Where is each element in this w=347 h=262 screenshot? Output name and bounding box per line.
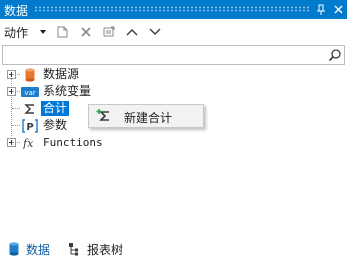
tree-item-label: Functions: [43, 136, 103, 149]
toolbar: 动作: [0, 19, 347, 44]
function-icon: fx: [21, 134, 39, 151]
edit-icon[interactable]: [100, 23, 118, 40]
tab-report-tree[interactable]: 报表树: [67, 236, 123, 262]
database-icon: [6, 241, 22, 257]
title-grip: [34, 6, 309, 12]
chevron-down-icon[interactable]: [40, 30, 46, 34]
report-tree-icon: [67, 241, 83, 257]
tree-item-system-variables[interactable]: var 系统变量: [0, 83, 347, 100]
delete-icon[interactable]: [77, 23, 95, 40]
database-icon: [21, 66, 39, 83]
tree-item-label: 合计: [41, 101, 70, 116]
sigma-icon: [21, 100, 39, 117]
close-icon[interactable]: [330, 0, 346, 19]
bottom-tabs: 数据 报表树: [0, 236, 347, 262]
tree-item-label: 系统变量: [43, 84, 92, 98]
search-icon[interactable]: [327, 47, 343, 63]
tab-label: 报表树: [87, 242, 124, 257]
context-menu-item-new-total[interactable]: 新建合计: [90, 106, 202, 126]
actions-menu-label[interactable]: 动作: [4, 24, 28, 41]
tab-data[interactable]: 数据: [6, 236, 50, 262]
panel-title: 数据: [4, 4, 29, 18]
tab-label: 数据: [26, 242, 51, 257]
tree-item-label: 数据源: [43, 67, 80, 81]
new-item-icon[interactable]: [53, 23, 71, 40]
search-input[interactable]: [5, 47, 315, 63]
tree-item-data-sources[interactable]: 数据源: [0, 66, 347, 83]
svg-text:P: P: [26, 122, 33, 133]
context-menu: 新建合计: [88, 104, 204, 128]
data-tree: 数据源 var 系统变量 合计 P 参数 fx Functions: [0, 66, 347, 236]
svg-text:var: var: [24, 89, 35, 97]
panel-title-bar[interactable]: 数据: [0, 0, 347, 19]
parameter-icon: P: [21, 117, 39, 134]
chevron-up-icon[interactable]: [123, 23, 141, 40]
tree-item-functions[interactable]: fx Functions: [0, 134, 347, 151]
context-menu-item-label: 新建合计: [124, 111, 173, 125]
pin-icon[interactable]: [313, 0, 329, 19]
svg-text:fx: fx: [22, 137, 34, 149]
variable-icon: var: [21, 83, 39, 100]
tree-item-label: 参数: [43, 118, 68, 132]
chevron-down-icon[interactable]: [146, 23, 164, 40]
new-total-icon: [96, 108, 112, 124]
search-box: [2, 45, 345, 65]
